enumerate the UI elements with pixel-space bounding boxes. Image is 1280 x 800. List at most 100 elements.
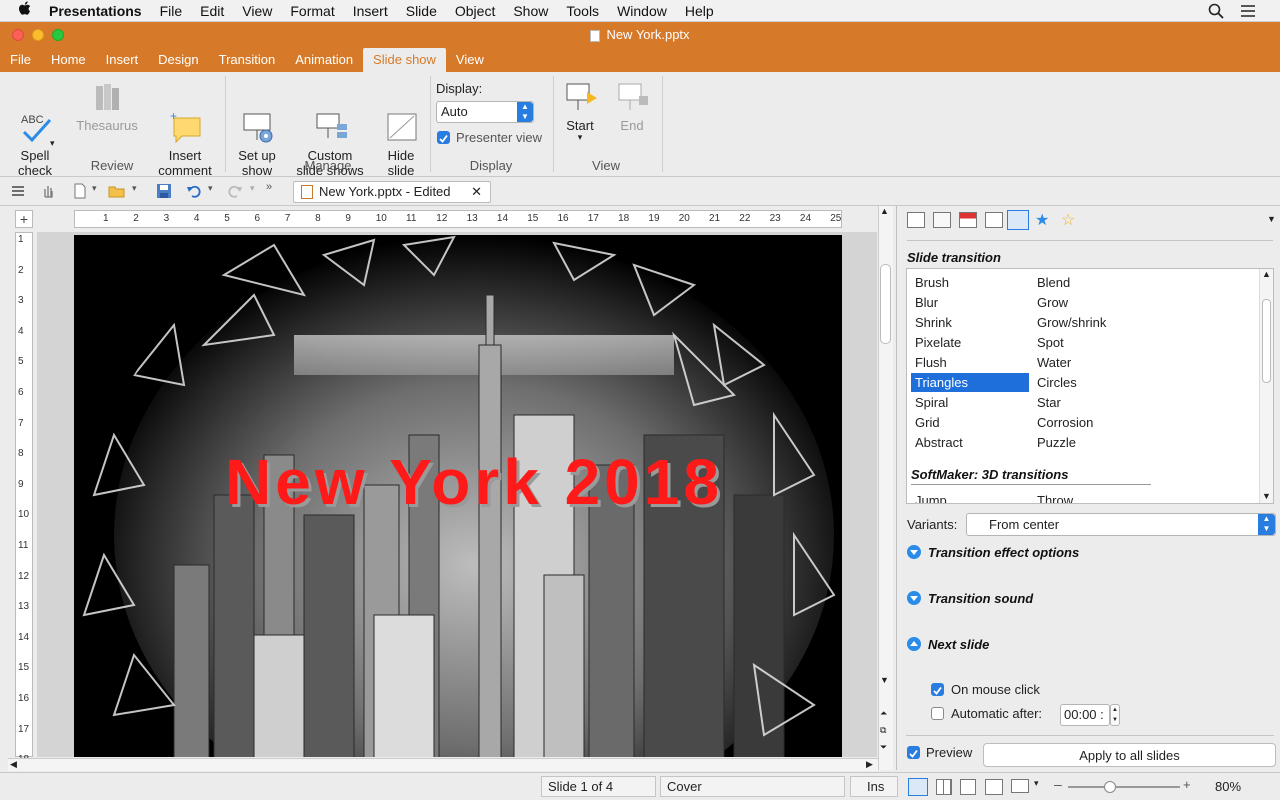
- redo-icon[interactable]: [227, 183, 243, 199]
- list-item[interactable]: Throw: [1033, 491, 1153, 503]
- variants-select[interactable]: From center ▲ ▼: [966, 513, 1276, 536]
- tab-animation[interactable]: Animation: [285, 48, 363, 72]
- tab-slide-show[interactable]: Slide show: [363, 48, 446, 72]
- menu-object[interactable]: Object: [446, 0, 504, 22]
- tab-home[interactable]: Home: [41, 48, 96, 72]
- transition-panel-icon[interactable]: [1007, 210, 1029, 230]
- on-mouse-click-checkbox[interactable]: [931, 683, 944, 696]
- list-item[interactable]: Grow/shrink: [1033, 313, 1153, 333]
- slide-view-icon[interactable]: ⧉: [880, 725, 886, 736]
- list-item[interactable]: Shrink: [911, 313, 1029, 333]
- menu-edit[interactable]: Edit: [191, 0, 233, 22]
- tab-file[interactable]: File: [0, 48, 41, 72]
- automatic-after-checkbox[interactable]: [931, 707, 944, 720]
- slide[interactable]: New York 2018: [74, 235, 842, 757]
- list-item[interactable]: Spot: [1033, 333, 1153, 353]
- list-item[interactable]: Flush: [911, 353, 1029, 373]
- status-mode[interactable]: Ins: [850, 776, 898, 797]
- panel-menu-arrow-icon[interactable]: ▼: [1267, 214, 1276, 224]
- close-tab-icon[interactable]: ✕: [471, 182, 482, 202]
- list-item[interactable]: Pixelate: [911, 333, 1029, 353]
- new-dropdown-icon[interactable]: ▾: [92, 183, 108, 199]
- menu-view[interactable]: View: [233, 0, 281, 22]
- next-slide-icon[interactable]: ⏷: [880, 742, 887, 753]
- view-dropdown-icon[interactable]: ▾: [1034, 778, 1039, 789]
- slide-title[interactable]: New York 2018: [164, 445, 784, 519]
- list-item[interactable]: Star: [1033, 393, 1153, 413]
- list-item[interactable]: Circles: [1033, 373, 1153, 393]
- horizontal-scrollbar[interactable]: ◀ ▶: [8, 758, 878, 771]
- undo-dropdown-icon[interactable]: ▾: [208, 183, 224, 199]
- list-item[interactable]: Jump: [911, 491, 1029, 503]
- spotlight-search-icon[interactable]: [1208, 3, 1224, 22]
- favorites-star-icon[interactable]: ☆: [1061, 210, 1075, 230]
- normal-view-icon[interactable]: [908, 778, 928, 796]
- notification-center-icon[interactable]: [1240, 4, 1256, 21]
- thesaurus-button[interactable]: Thesaurus: [72, 80, 142, 133]
- menu-file[interactable]: File: [151, 0, 192, 22]
- presenter-view-checkbox[interactable]: [437, 131, 450, 144]
- list-item[interactable]: Corrosion: [1033, 413, 1153, 433]
- outline-view-icon[interactable]: [960, 779, 976, 795]
- document-tab[interactable]: New York.pptx - Edited ✕: [293, 181, 491, 203]
- zoom-level[interactable]: 80%: [1215, 779, 1241, 794]
- collapse-next-slide-icon[interactable]: [907, 637, 921, 651]
- menu-show[interactable]: Show: [504, 0, 557, 22]
- vertical-scrollbar[interactable]: ▲ ▼ ⏶ ⧉ ⏷: [878, 206, 893, 770]
- slide-layout-panel-icon[interactable]: [907, 212, 925, 228]
- hide-slide-button[interactable]: Hide slide: [376, 80, 426, 178]
- zoom-out-icon[interactable]: –: [1054, 776, 1062, 792]
- display-select[interactable]: Auto ▲ ▼: [436, 101, 534, 123]
- time-stepper[interactable]: ▲ ▼: [1110, 704, 1120, 726]
- preview-checkbox[interactable]: [907, 746, 920, 759]
- automatic-after-time-input[interactable]: 00:00 :: [1060, 704, 1110, 726]
- slide-sorter-view-icon[interactable]: [936, 779, 952, 795]
- menu-window[interactable]: Window: [608, 0, 676, 22]
- tab-view[interactable]: View: [446, 48, 494, 72]
- list-scroll-down-icon[interactable]: ▼: [1262, 491, 1271, 501]
- open-dropdown-icon[interactable]: ▾: [132, 183, 148, 199]
- scroll-down-arrow-icon[interactable]: ▼: [880, 675, 889, 685]
- slide-notes-panel-icon[interactable]: [933, 212, 951, 228]
- expand-effect-options-icon[interactable]: [907, 545, 921, 559]
- spell-check-button[interactable]: ABC Spell check ▾: [8, 80, 62, 178]
- zoom-slider-thumb[interactable]: [1104, 781, 1116, 793]
- list-item[interactable]: Abstract: [911, 433, 1029, 453]
- hand-tool-icon[interactable]: [40, 183, 56, 199]
- list-item[interactable]: Blur: [911, 293, 1029, 313]
- zoom-window-button[interactable]: [52, 29, 64, 41]
- transition-list[interactable]: Brush Blur Shrink Pixelate Flush Triangl…: [906, 268, 1274, 504]
- scroll-up-arrow-icon[interactable]: ▲: [880, 206, 889, 216]
- zoom-slider[interactable]: [1068, 781, 1180, 793]
- tab-insert[interactable]: Insert: [96, 48, 149, 72]
- toolbar-overflow-icon[interactable]: »: [266, 181, 282, 197]
- menu-insert[interactable]: Insert: [344, 0, 397, 22]
- expand-sound-icon[interactable]: [907, 591, 921, 605]
- sidebar-menu-icon[interactable]: [10, 183, 26, 199]
- end-button[interactable]: End: [612, 80, 652, 133]
- apple-menu-icon[interactable]: [0, 0, 40, 22]
- list-item-selected[interactable]: Triangles: [911, 373, 1029, 392]
- open-folder-icon[interactable]: [108, 183, 125, 199]
- vertical-scroll-thumb[interactable]: [880, 264, 891, 344]
- transition-effect-options-heading[interactable]: Transition effect options: [928, 545, 1079, 560]
- start-button[interactable]: Start ▾: [558, 80, 602, 142]
- minimize-window-button[interactable]: [32, 29, 44, 41]
- scroll-right-arrow-icon[interactable]: ▶: [866, 759, 873, 770]
- list-item[interactable]: Grow: [1033, 293, 1153, 313]
- list-item[interactable]: Brush: [911, 273, 1029, 293]
- undo-icon[interactable]: [186, 183, 202, 199]
- list-item[interactable]: Water: [1033, 353, 1153, 373]
- list-scroll-thumb[interactable]: [1262, 299, 1271, 383]
- list-scroll-up-icon[interactable]: ▲: [1260, 269, 1273, 279]
- redo-dropdown-icon[interactable]: ▾: [250, 183, 266, 199]
- scroll-left-arrow-icon[interactable]: ◀: [10, 759, 17, 770]
- tab-transition[interactable]: Transition: [209, 48, 286, 72]
- animation-star-icon[interactable]: ★: [1035, 210, 1049, 230]
- new-document-icon[interactable]: [72, 183, 88, 199]
- zoom-in-icon[interactable]: +: [1183, 777, 1191, 792]
- list-item[interactable]: Puzzle: [1033, 433, 1153, 453]
- slide-show-view-icon[interactable]: [1011, 779, 1029, 793]
- menu-format[interactable]: Format: [281, 0, 343, 22]
- list-scrollbar[interactable]: ▲ ▼: [1259, 269, 1273, 503]
